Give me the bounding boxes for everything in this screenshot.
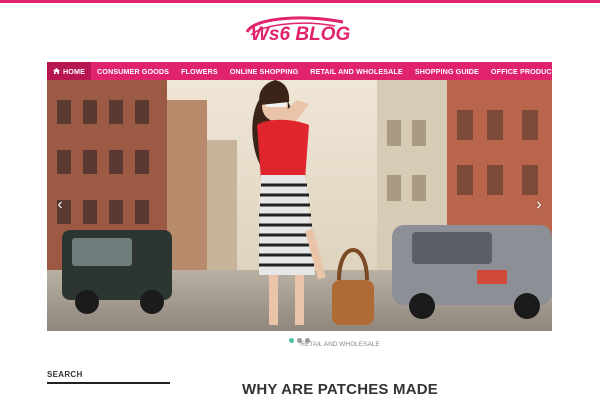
hero-slider[interactable]	[47, 80, 552, 331]
chevron-right-icon: ›	[536, 196, 542, 213]
logo-text: Ws6 BLOG	[251, 24, 350, 45]
nav-item-home[interactable]: HOME	[47, 62, 91, 80]
home-icon	[53, 67, 60, 76]
nav-item-shopping-guide[interactable]: SHOPPING GUIDE	[409, 62, 485, 80]
logo-image: Ws6 BLOG	[245, 16, 350, 45]
slider-prev-button[interactable]: ‹	[54, 196, 66, 214]
nav-item-consumer-goods[interactable]: CONSUMER GOODS	[91, 62, 175, 80]
search-widget-title: SEARCH	[47, 370, 83, 379]
nav-item-office-products[interactable]: OFFICE PRODUCTS	[485, 62, 567, 80]
nav-item-online-shopping[interactable]: ONLINE SHOPPING	[224, 62, 305, 80]
slide-image	[47, 80, 552, 331]
chevron-left-icon: ‹	[57, 196, 63, 213]
nav-item-flowers[interactable]: FLOWERS	[175, 62, 224, 80]
widget-title-underline	[47, 382, 170, 384]
nav-item-food[interactable]: FOOD	[567, 62, 600, 80]
site-logo[interactable]: Ws6 BLOG	[243, 14, 359, 46]
nav-item-retail-and-wholesale[interactable]: RETAIL AND WHOLESALE	[304, 62, 409, 80]
post-category-link[interactable]: RETAIL AND WHOLESALE	[220, 341, 460, 348]
slider-next-button[interactable]: ›	[533, 196, 545, 214]
top-accent-border	[0, 0, 600, 3]
nav-label-home: HOME	[63, 66, 85, 76]
main-navigation: HOME CONSUMER GOODS FLOWERS ONLINE SHOPP…	[47, 62, 594, 80]
post-title-link[interactable]: WHY ARE PATCHES MADE FROM PVC	[220, 381, 460, 400]
